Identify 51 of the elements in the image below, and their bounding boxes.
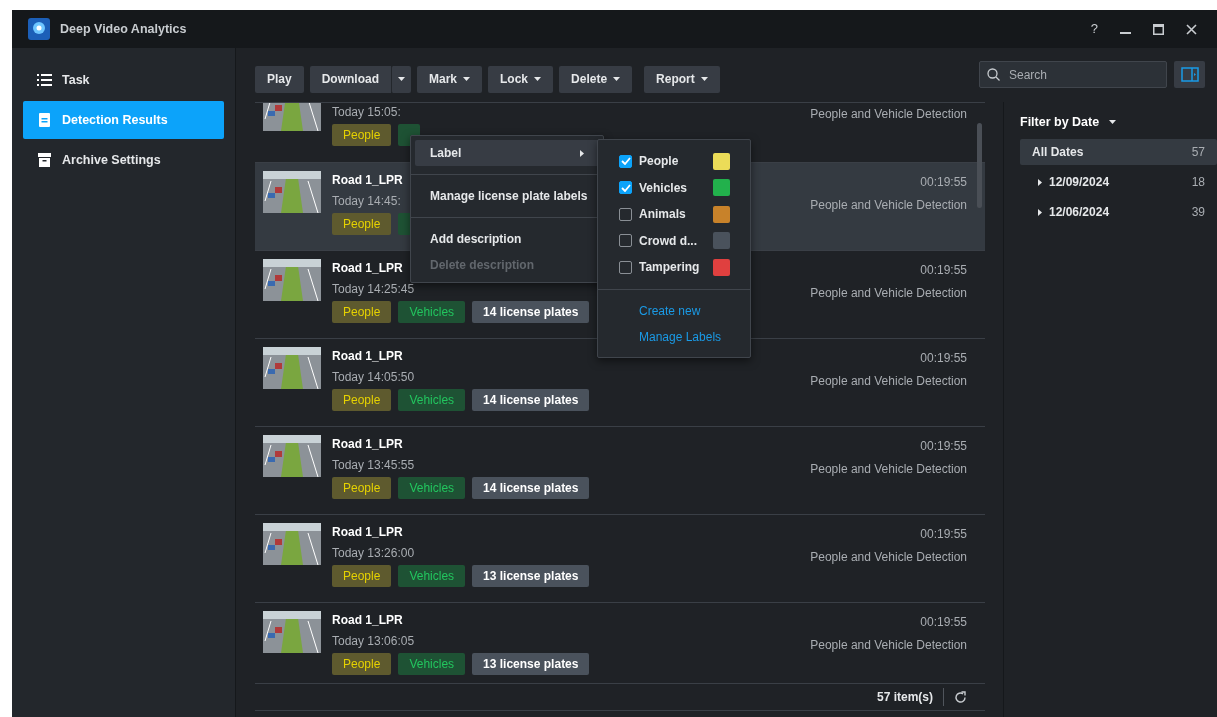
recording-title: Road 1_LPR	[332, 172, 403, 189]
window-title: Deep Video Analytics	[60, 20, 187, 38]
recording-title: Road 1_LPR	[332, 524, 403, 541]
tag: 13 license plates	[472, 653, 590, 675]
recording-title: Road 1_LPR	[332, 436, 403, 453]
recording-title: Road 1_LPR	[332, 348, 403, 365]
recording-time: Today 13:06:05	[332, 633, 415, 650]
tag: People	[332, 124, 392, 146]
date-label: 12/06/2024	[1049, 204, 1110, 221]
tag: Vehicles	[398, 653, 466, 675]
tag: Vehicles	[398, 565, 466, 587]
recording-time: Today 14:05:50	[332, 369, 415, 386]
recording-time: Today 13:45:55	[332, 457, 415, 474]
recording-time: Today 14:25:45	[332, 281, 415, 298]
tag: People	[332, 477, 392, 499]
duration: 00:19:55	[919, 350, 967, 367]
item-count: 57 item(s)	[876, 689, 933, 706]
tag: Vehicles	[398, 301, 466, 323]
tag: Vehicles	[398, 477, 466, 499]
detection-type: People and Vehicle Detection	[810, 197, 967, 214]
tag: People	[332, 653, 392, 675]
detection-type: People and Vehicle Detection	[810, 549, 967, 566]
detection-type: People and Vehicle Detection	[810, 637, 967, 654]
detection-type: People and Vehicle Detection	[810, 285, 967, 302]
tag: 14 license plates	[472, 301, 590, 323]
date-label: All Dates	[1032, 144, 1084, 161]
recording-time: Today 13:26:00	[332, 545, 415, 562]
tag: 14 license plates	[472, 389, 590, 411]
recording-time: Today 15:05:	[332, 104, 401, 121]
date-label: 12/09/2024	[1049, 174, 1110, 191]
tag: 14 license plates	[472, 477, 590, 499]
duration: 00:19:55	[919, 614, 967, 631]
recording-title: Road 1_LPR	[332, 260, 403, 277]
recording-title: Road 1_LPR	[332, 612, 403, 629]
duration: 00:19:55	[919, 262, 967, 279]
date-count: 18	[1191, 174, 1205, 191]
detection-type: People and Vehicle Detection	[810, 373, 967, 390]
detection-type: People and Vehicle Detection	[810, 106, 967, 123]
recording-time: Today 14:45:	[332, 193, 401, 210]
tag: Vehicles	[398, 389, 466, 411]
duration: 00:19:55	[919, 438, 967, 455]
detection-type: People and Vehicle Detection	[810, 461, 967, 478]
tag: People	[332, 301, 392, 323]
tag: 13 license plates	[472, 565, 590, 587]
tag: People	[332, 389, 392, 411]
duration: 00:19:55	[919, 526, 967, 543]
duration: 00:19:55	[919, 174, 967, 191]
date-count: 57	[1191, 144, 1205, 161]
date-count: 39	[1191, 204, 1205, 221]
tag: People	[332, 213, 392, 235]
tag: People	[332, 565, 392, 587]
